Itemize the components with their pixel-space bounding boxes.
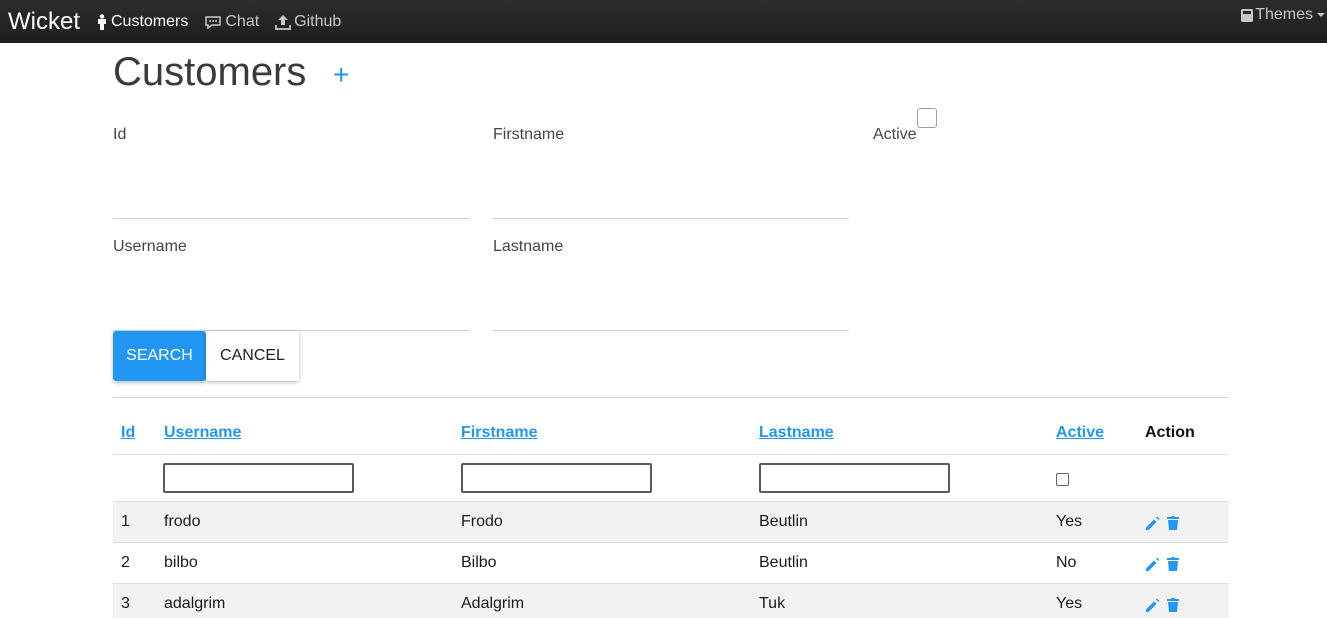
cell-firstname: Frodo — [461, 513, 503, 530]
table-row: 2 bilbo Bilbo Beutlin No — [113, 543, 1229, 584]
column-header-id[interactable]: Id — [121, 424, 135, 442]
brand-logo[interactable]: Wicket — [8, 6, 96, 37]
chat-icon — [205, 15, 222, 29]
cell-lastname: Beutlin — [759, 554, 808, 571]
nav-link-customers[interactable]: Customers — [96, 13, 188, 31]
firstname-filter-input[interactable] — [461, 463, 652, 493]
username-filter-input[interactable] — [163, 463, 354, 493]
nav-link-github[interactable]: Github — [275, 13, 341, 31]
table-row: 3 adalgrim Adalgrim Tuk Yes — [113, 584, 1229, 618]
column-header-active[interactable]: Active — [1056, 424, 1104, 442]
lastname-filter-input[interactable] — [759, 463, 950, 493]
nav-link-label: Github — [294, 12, 342, 30]
themes-dropdown[interactable]: Themes — [1240, 6, 1325, 24]
themes-label: Themes — [1255, 6, 1313, 23]
column-header-lastname[interactable]: Lastname — [759, 424, 834, 442]
id-field-label: Id — [113, 126, 127, 143]
cell-firstname: Adalgrim — [461, 595, 525, 612]
cell-username: adalgrim — [164, 595, 226, 612]
cell-active: Yes — [1056, 513, 1083, 530]
page-title: Customers — [113, 50, 307, 94]
cell-username: bilbo — [164, 554, 198, 571]
row-separator — [113, 454, 1229, 455]
table-row: 1 frodo Frodo Beutlin Yes — [113, 502, 1229, 543]
active-filter-checkbox[interactable] — [1056, 473, 1069, 486]
delete-icon[interactable] — [1164, 514, 1182, 532]
delete-icon[interactable] — [1164, 596, 1182, 614]
add-customer-button[interactable]: + — [333, 61, 355, 89]
lastname-field-label: Lastname — [493, 238, 564, 255]
firstname-field-label: Firstname — [493, 126, 565, 143]
upload-icon — [275, 14, 292, 30]
id-field[interactable] — [113, 218, 469, 219]
edit-icon[interactable] — [1144, 514, 1162, 532]
cell-id: 1 — [121, 513, 130, 530]
nav-link-label: Chat — [225, 12, 260, 30]
active-field-label: Active — [873, 126, 917, 143]
firstname-field[interactable] — [493, 218, 849, 219]
column-header-username[interactable]: Username — [164, 424, 241, 442]
chevron-down-icon — [1317, 13, 1325, 17]
edit-icon[interactable] — [1144, 596, 1162, 614]
column-header-firstname[interactable]: Firstname — [461, 424, 537, 442]
delete-icon[interactable] — [1164, 555, 1182, 573]
nav-link-chat[interactable]: Chat — [204, 13, 259, 31]
search-button[interactable]: SEARCH — [113, 331, 206, 381]
cell-username: frodo — [164, 513, 201, 530]
nav-link-label: Customers — [111, 12, 189, 30]
divider — [113, 397, 1229, 398]
person-icon — [98, 13, 106, 30]
cell-id: 2 — [121, 554, 130, 571]
column-header-action: Action — [1145, 424, 1195, 441]
book-icon — [1241, 8, 1254, 22]
cell-firstname: Bilbo — [461, 554, 497, 571]
cell-id: 3 — [121, 595, 130, 612]
username-field-label: Username — [113, 238, 187, 255]
cell-lastname: Tuk — [759, 595, 786, 612]
cancel-button[interactable]: CANCEL — [206, 331, 299, 381]
cell-lastname: Beutlin — [759, 513, 808, 530]
active-checkbox[interactable] — [917, 108, 937, 128]
cell-active: Yes — [1056, 595, 1083, 612]
lastname-field[interactable] — [493, 330, 849, 331]
navbar: Wicket Customers Chat Github Themes — [0, 0, 1327, 43]
edit-icon[interactable] — [1144, 555, 1162, 573]
cell-active: No — [1056, 554, 1077, 571]
